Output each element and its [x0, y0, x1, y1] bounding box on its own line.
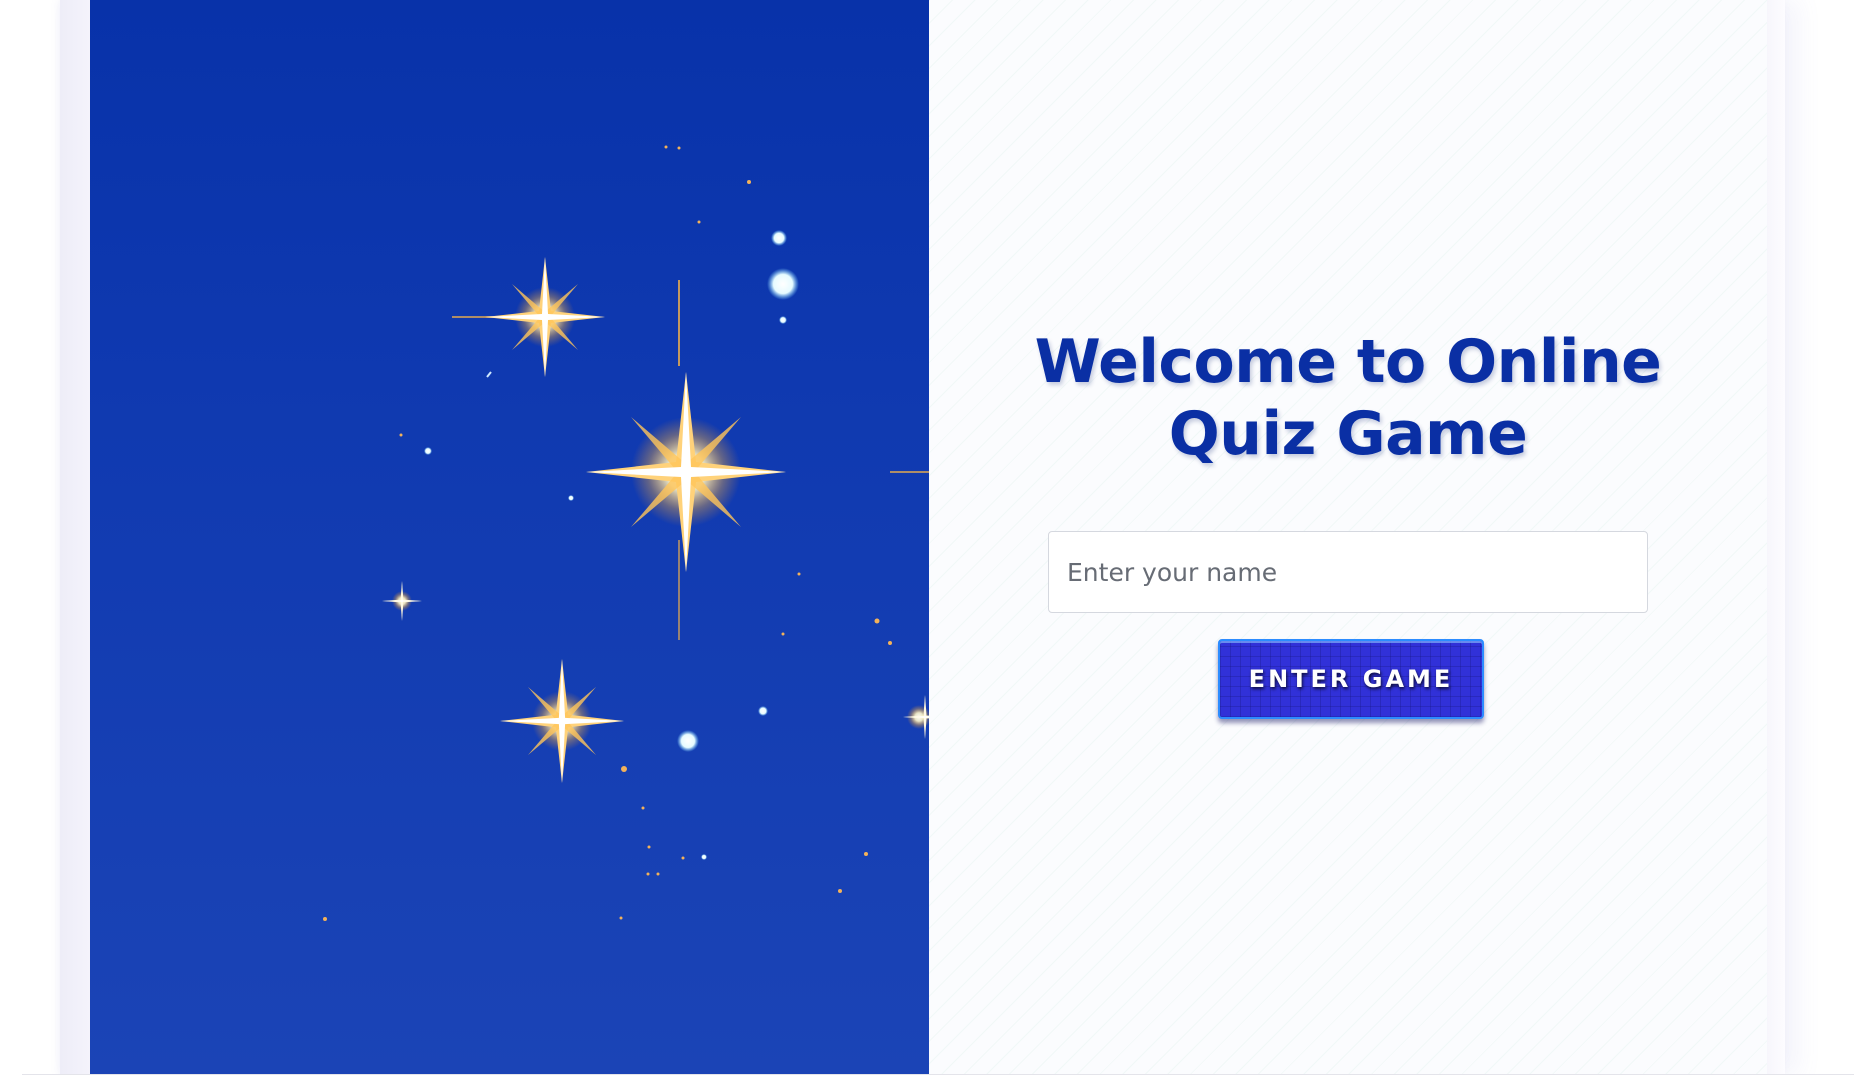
left-gutter [60, 0, 90, 1075]
page-title: Welcome to Online Quiz Game [929, 326, 1767, 470]
sparkling-stars-image [323, 145, 929, 921]
quiz-landing-page: Welcome to Online Quiz Game ENTER GAME [0, 0, 1854, 1075]
title-line-2: Quiz Game [1168, 399, 1528, 469]
name-input[interactable] [1048, 531, 1648, 613]
hero-image-panel [90, 0, 929, 1075]
content-card: Welcome to Online Quiz Game ENTER GAME [60, 0, 1785, 1075]
title-line-1: Welcome to Online [1034, 327, 1662, 397]
enter-game-button[interactable]: ENTER GAME [1218, 639, 1484, 719]
right-gutter [1767, 0, 1785, 1075]
login-form-panel: Welcome to Online Quiz Game ENTER GAME [929, 0, 1767, 1075]
